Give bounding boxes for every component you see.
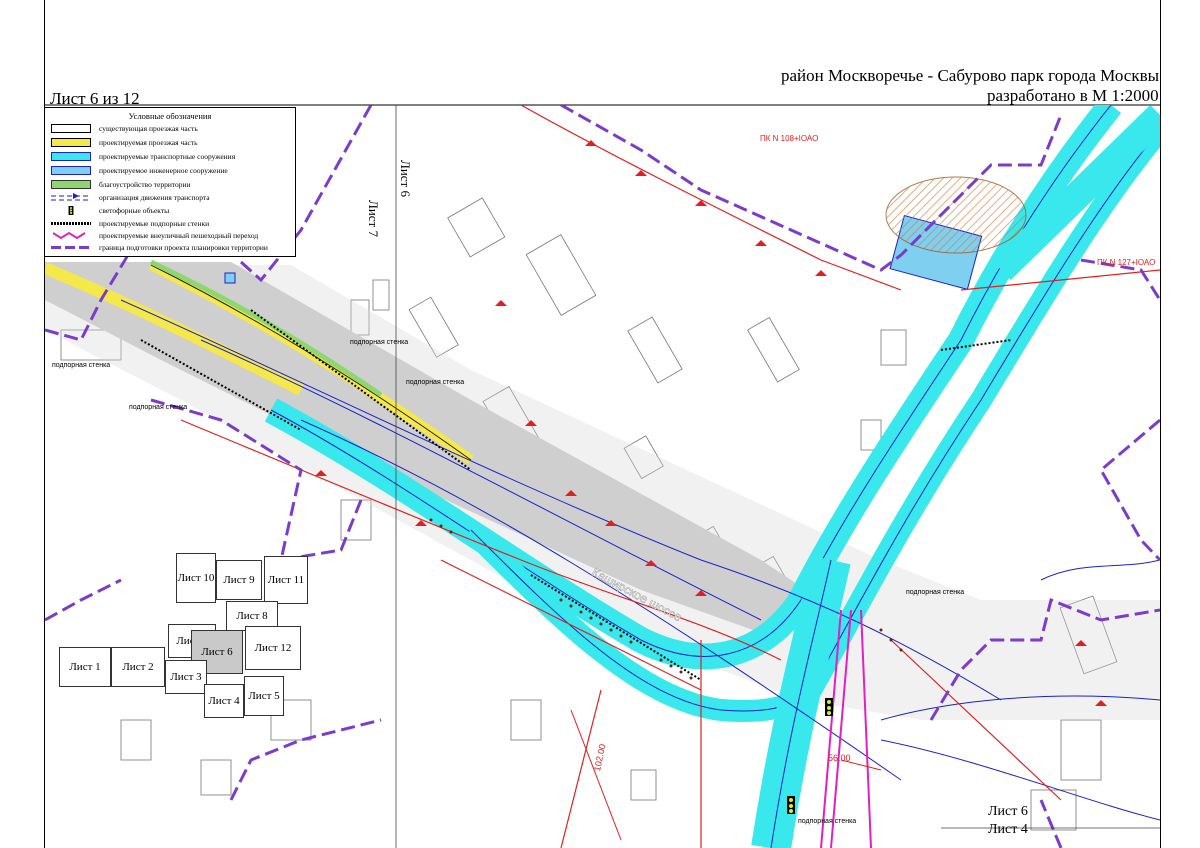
retaining-wall-label-3: подпорная стенка <box>406 379 465 386</box>
legend-item-retaining-walls: проектируемые подпорные стенки <box>51 218 209 229</box>
sheet-7-label: Лист 7 <box>366 200 381 237</box>
sheet-index-10[interactable]: Лист 10 <box>176 553 216 603</box>
sheet-index-2[interactable]: Лист 2 <box>111 647 165 687</box>
treatment-facility-hatched <box>885 176 1027 254</box>
landscaping-swatch <box>51 180 91 189</box>
legend-item-engineering-structure: проектируемое инженерное сооружение <box>51 165 228 176</box>
pedestrian-crossing-icon <box>52 231 86 240</box>
sheet-index-4[interactable]: Лист 4 <box>204 684 244 718</box>
legend-item-traffic-organization: организация движения транспорта <box>51 192 210 203</box>
traffic-light-icon <box>68 206 74 215</box>
traffic-arrow-icon <box>51 193 91 201</box>
legend-item-landscaping: благоустройство территории <box>51 179 191 190</box>
retaining-wall-swatch <box>51 222 91 225</box>
sheet-6-label-bottom: Лист 6 <box>988 804 1028 819</box>
transport-structure-swatch <box>51 152 91 161</box>
sheet-index-1[interactable]: Лист 1 <box>59 647 111 687</box>
sheet-4-label-bottom: Лист 4 <box>988 822 1028 837</box>
legend-item-planning-boundary: граница подготовки проекта планировки те… <box>51 242 268 253</box>
sheet-index-11[interactable]: Лист 11 <box>264 556 308 604</box>
legend-item-pedestrian-crossing: проектируемые внеуличный пешеходный пере… <box>51 230 258 241</box>
planned-road-swatch <box>51 138 91 147</box>
retaining-wall-label-1: подпорная стенка <box>350 339 409 346</box>
pk108-label: ПК N 108+IОАО <box>760 134 819 143</box>
legend-item-traffic-lights: светофорные объекты <box>51 205 169 216</box>
pk127-label: ПК N 127+IОАО <box>1097 258 1156 267</box>
engineering-structure-swatch <box>51 166 91 175</box>
sheet-index-5[interactable]: Лист 5 <box>244 676 284 716</box>
scale-title: разработано в М 1:2000 <box>987 86 1159 105</box>
retaining-wall-label-4: подпорная стенка <box>129 404 188 411</box>
legend-item-transport-structure: проектируемые транспортные сооружения <box>51 151 235 162</box>
sheet-number-title: Лист 6 из 12 <box>50 89 140 108</box>
district-title: район Москворечье - Сабурово парк города… <box>781 66 1160 85</box>
legend-item-existing-road: существующая проезжая часть <box>51 123 198 134</box>
legend-title: Условные обозначения <box>128 111 212 121</box>
retaining-wall-label-5: подпорная стенка <box>906 589 965 596</box>
retaining-wall-label-6: подпорная стенка <box>798 818 857 825</box>
dimension-56: 56.00 <box>828 753 851 763</box>
existing-road-swatch <box>51 124 91 133</box>
sheet-index-12[interactable]: Лист 12 <box>245 626 301 670</box>
legend-item-planned-road: проектируемая проезжая часть <box>51 137 198 148</box>
sheet-index-3[interactable]: Лист 3 <box>165 660 207 694</box>
map-legend: Условные обозначения существующая проезж… <box>44 107 296 257</box>
boundary-line-swatch <box>51 246 91 249</box>
sheet-6-label-top: Лист 6 <box>398 160 413 197</box>
retaining-wall-label-2: подпорная стенка <box>52 362 111 369</box>
sheet-index-9[interactable]: Лист 9 <box>216 560 262 600</box>
